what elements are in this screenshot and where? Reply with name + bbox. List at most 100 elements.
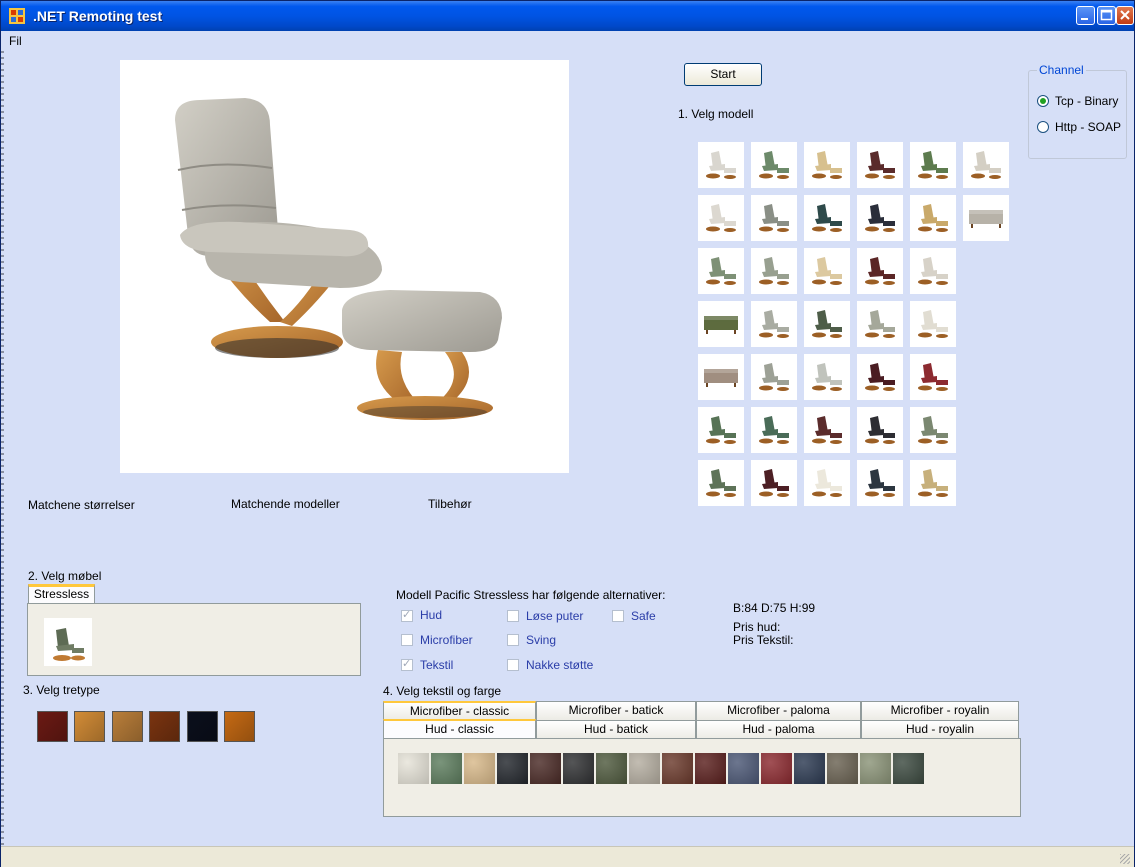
- model-thumbnail[interactable]: [910, 248, 956, 294]
- model-thumbnail[interactable]: [910, 407, 956, 453]
- checkbox-tekstil-label[interactable]: Tekstil: [420, 658, 453, 672]
- resize-grip-icon[interactable]: [1120, 854, 1130, 864]
- model-thumbnail[interactable]: [910, 142, 956, 188]
- color-swatch[interactable]: [464, 753, 495, 784]
- tab-microfiber-classic[interactable]: Microfiber - classic: [383, 701, 536, 720]
- checkbox-microfiber-label[interactable]: Microfiber: [420, 633, 473, 647]
- model-thumbnail[interactable]: [751, 142, 797, 188]
- radio-http-soap-label[interactable]: Http - SOAP: [1055, 120, 1121, 134]
- recliner-icon: [812, 416, 842, 444]
- checkbox-hud-label[interactable]: Hud: [420, 608, 442, 622]
- model-thumbnail[interactable]: [804, 460, 850, 506]
- model-thumbnail[interactable]: [857, 407, 903, 453]
- radio-tcp-binary-label[interactable]: Tcp - Binary: [1055, 94, 1118, 108]
- tab-hud-batick[interactable]: Hud - batick: [536, 720, 696, 739]
- model-thumbnail[interactable]: [804, 354, 850, 400]
- color-swatch[interactable]: [563, 753, 594, 784]
- color-swatch[interactable]: [398, 753, 429, 784]
- model-thumbnail[interactable]: [698, 195, 744, 241]
- color-swatch[interactable]: [761, 753, 792, 784]
- tab-hud-royalin[interactable]: Hud - royalin: [861, 720, 1019, 739]
- model-thumbnail[interactable]: [963, 142, 1009, 188]
- wood-swatch[interactable]: [186, 711, 218, 742]
- color-swatch[interactable]: [695, 753, 726, 784]
- model-thumbnail[interactable]: [857, 142, 903, 188]
- color-swatch[interactable]: [893, 753, 924, 784]
- matching-models-label: Matchende modeller: [231, 497, 340, 511]
- checkbox-sving[interactable]: [507, 634, 519, 646]
- model-thumbnail[interactable]: [751, 301, 797, 347]
- checkbox-safe-label[interactable]: Safe: [631, 609, 656, 623]
- model-thumbnail[interactable]: [910, 195, 956, 241]
- menu-file[interactable]: Fil: [9, 34, 22, 48]
- model-thumbnail[interactable]: [857, 354, 903, 400]
- color-swatch[interactable]: [596, 753, 627, 784]
- checkbox-sving-label[interactable]: Sving: [526, 633, 556, 647]
- maximize-button[interactable]: [1097, 6, 1116, 25]
- color-swatch[interactable]: [827, 753, 858, 784]
- checkbox-tekstil[interactable]: [401, 657, 413, 671]
- title-bar[interactable]: .NET Remoting test: [1, 1, 1134, 31]
- furniture-thumbnail[interactable]: [44, 618, 92, 666]
- wood-swatch[interactable]: [37, 711, 68, 742]
- tab-microfiber-batick[interactable]: Microfiber - batick: [536, 701, 696, 720]
- model-thumbnail[interactable]: [751, 407, 797, 453]
- checkbox-nakke-stotte-label[interactable]: Nakke støtte: [526, 658, 593, 672]
- color-swatch[interactable]: [530, 753, 561, 784]
- tab-stressless[interactable]: Stressless: [28, 584, 95, 604]
- color-swatch[interactable]: [431, 753, 462, 784]
- model-thumbnail[interactable]: [910, 354, 956, 400]
- checkbox-microfiber[interactable]: [401, 634, 413, 646]
- model-thumbnail[interactable]: [963, 195, 1009, 241]
- model-thumbnail[interactable]: [751, 195, 797, 241]
- recliner-icon: [706, 204, 736, 232]
- recliner-icon: [918, 151, 948, 179]
- close-button[interactable]: [1116, 6, 1134, 25]
- model-thumbnail[interactable]: [804, 142, 850, 188]
- model-thumbnail[interactable]: [698, 142, 744, 188]
- color-swatch[interactable]: [629, 753, 660, 784]
- color-swatch[interactable]: [794, 753, 825, 784]
- model-thumbnail[interactable]: [804, 248, 850, 294]
- model-thumbnail[interactable]: [857, 195, 903, 241]
- model-thumbnail[interactable]: [804, 301, 850, 347]
- checkbox-hud[interactable]: [401, 608, 413, 622]
- model-thumbnail[interactable]: [857, 301, 903, 347]
- model-thumbnail[interactable]: [698, 407, 744, 453]
- checkbox-safe[interactable]: [612, 610, 624, 622]
- wood-swatch[interactable]: [74, 711, 106, 742]
- recliner-icon: [759, 469, 789, 497]
- step1-label: 1. Velg modell: [678, 107, 754, 121]
- model-thumbnail[interactable]: [698, 460, 744, 506]
- start-button[interactable]: Start: [684, 63, 762, 86]
- wood-swatch[interactable]: [111, 711, 143, 742]
- model-thumbnail[interactable]: [910, 301, 956, 347]
- color-swatch[interactable]: [662, 753, 693, 784]
- color-swatch[interactable]: [497, 753, 528, 784]
- model-thumbnail[interactable]: [804, 407, 850, 453]
- model-thumbnail[interactable]: [804, 195, 850, 241]
- checkbox-lose-puter[interactable]: [507, 610, 519, 622]
- model-thumbnail[interactable]: [751, 460, 797, 506]
- checkbox-nakke-stotte[interactable]: [507, 659, 519, 671]
- model-thumbnail[interactable]: [751, 354, 797, 400]
- tab-hud-classic[interactable]: Hud - classic: [383, 719, 536, 739]
- minimize-button[interactable]: [1076, 6, 1095, 25]
- wood-swatch[interactable]: [224, 711, 255, 742]
- radio-http-soap[interactable]: [1037, 121, 1049, 133]
- color-swatch[interactable]: [728, 753, 759, 784]
- tab-microfiber-paloma[interactable]: Microfiber - paloma: [696, 701, 861, 720]
- model-thumbnail[interactable]: [698, 301, 744, 347]
- model-thumbnail[interactable]: [698, 354, 744, 400]
- model-thumbnail[interactable]: [751, 248, 797, 294]
- color-swatch[interactable]: [860, 753, 891, 784]
- model-thumbnail[interactable]: [857, 248, 903, 294]
- wood-swatch[interactable]: [149, 711, 181, 742]
- model-thumbnail[interactable]: [698, 248, 744, 294]
- model-thumbnail[interactable]: [857, 460, 903, 506]
- tab-microfiber-royalin[interactable]: Microfiber - royalin: [861, 701, 1019, 720]
- radio-tcp-binary[interactable]: [1037, 95, 1049, 107]
- checkbox-lose-puter-label[interactable]: Løse puter: [526, 609, 583, 623]
- model-thumbnail[interactable]: [910, 460, 956, 506]
- tab-hud-paloma[interactable]: Hud - paloma: [696, 720, 861, 739]
